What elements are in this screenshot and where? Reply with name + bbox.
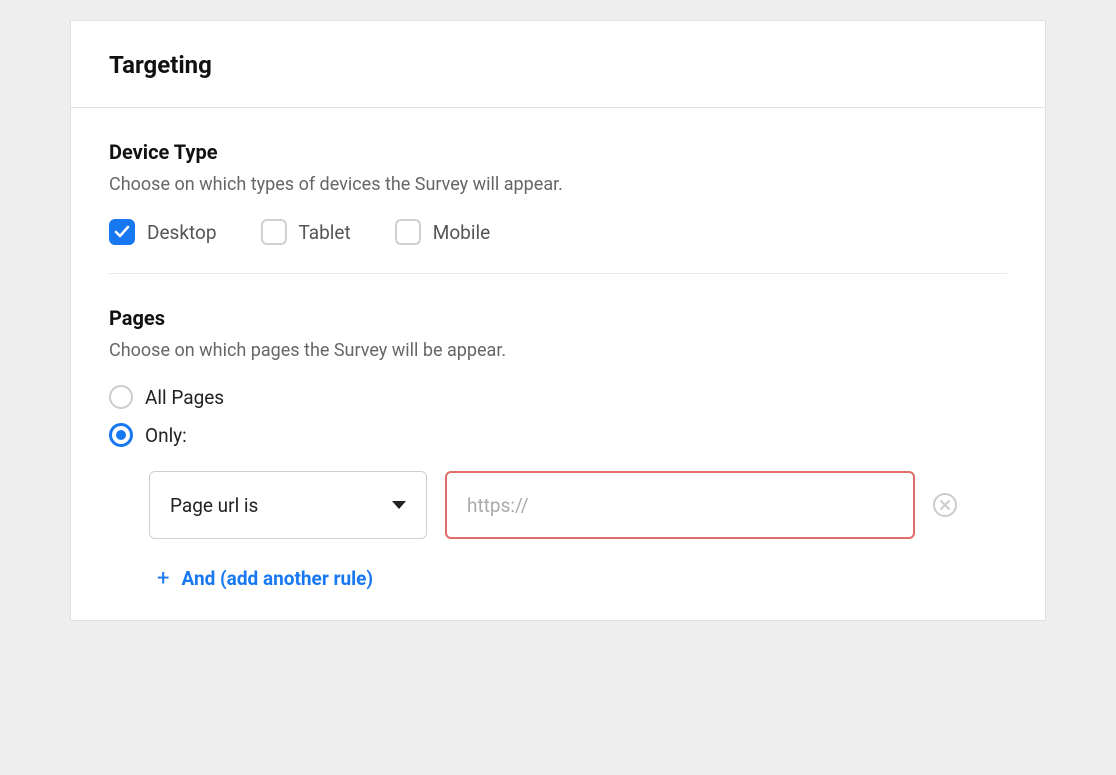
check-icon [114, 224, 130, 240]
radio-all-pages-label: All Pages [145, 386, 224, 409]
rule-url-input[interactable] [445, 471, 915, 539]
targeting-card: Targeting Device Type Choose on which ty… [70, 20, 1046, 621]
device-type-title: Device Type [109, 140, 1007, 164]
checkbox-mobile-box [395, 219, 421, 245]
radio-only[interactable]: Only: [109, 423, 1007, 447]
section-divider [109, 273, 1007, 274]
add-rule-label: And (add another rule) [181, 567, 373, 590]
device-type-options: Desktop Tablet Mobile [109, 219, 1007, 245]
radio-only-circle [109, 423, 133, 447]
radio-all-pages[interactable]: All Pages [109, 385, 1007, 409]
checkbox-tablet-label: Tablet [299, 221, 351, 244]
pages-radio-group: All Pages Only: [109, 385, 1007, 447]
rule-condition-select[interactable]: Page url is [149, 471, 427, 539]
close-icon [940, 500, 950, 510]
add-rule-button[interactable]: + And (add another rule) [157, 567, 1007, 590]
card-header: Targeting [71, 21, 1045, 108]
checkbox-desktop[interactable]: Desktop [109, 219, 217, 245]
pages-description: Choose on which pages the Survey will be… [109, 340, 1007, 361]
page-rule-row: Page url is [149, 471, 1007, 539]
checkbox-mobile-label: Mobile [433, 221, 490, 244]
pages-section: Pages Choose on which pages the Survey w… [109, 306, 1007, 590]
card-body: Device Type Choose on which types of dev… [71, 108, 1045, 620]
chevron-down-icon [392, 501, 406, 509]
checkbox-mobile[interactable]: Mobile [395, 219, 490, 245]
checkbox-desktop-box [109, 219, 135, 245]
device-type-section: Device Type Choose on which types of dev… [109, 140, 1007, 245]
radio-only-label: Only: [145, 424, 187, 447]
rule-condition-value: Page url is [170, 494, 392, 517]
checkbox-tablet[interactable]: Tablet [261, 219, 351, 245]
remove-rule-button[interactable] [933, 493, 957, 517]
checkbox-desktop-label: Desktop [147, 221, 217, 244]
device-type-description: Choose on which types of devices the Sur… [109, 174, 1007, 195]
radio-all-pages-circle [109, 385, 133, 409]
checkbox-tablet-box [261, 219, 287, 245]
plus-icon: + [157, 568, 169, 590]
pages-title: Pages [109, 306, 1007, 330]
panel-title: Targeting [109, 51, 1007, 79]
